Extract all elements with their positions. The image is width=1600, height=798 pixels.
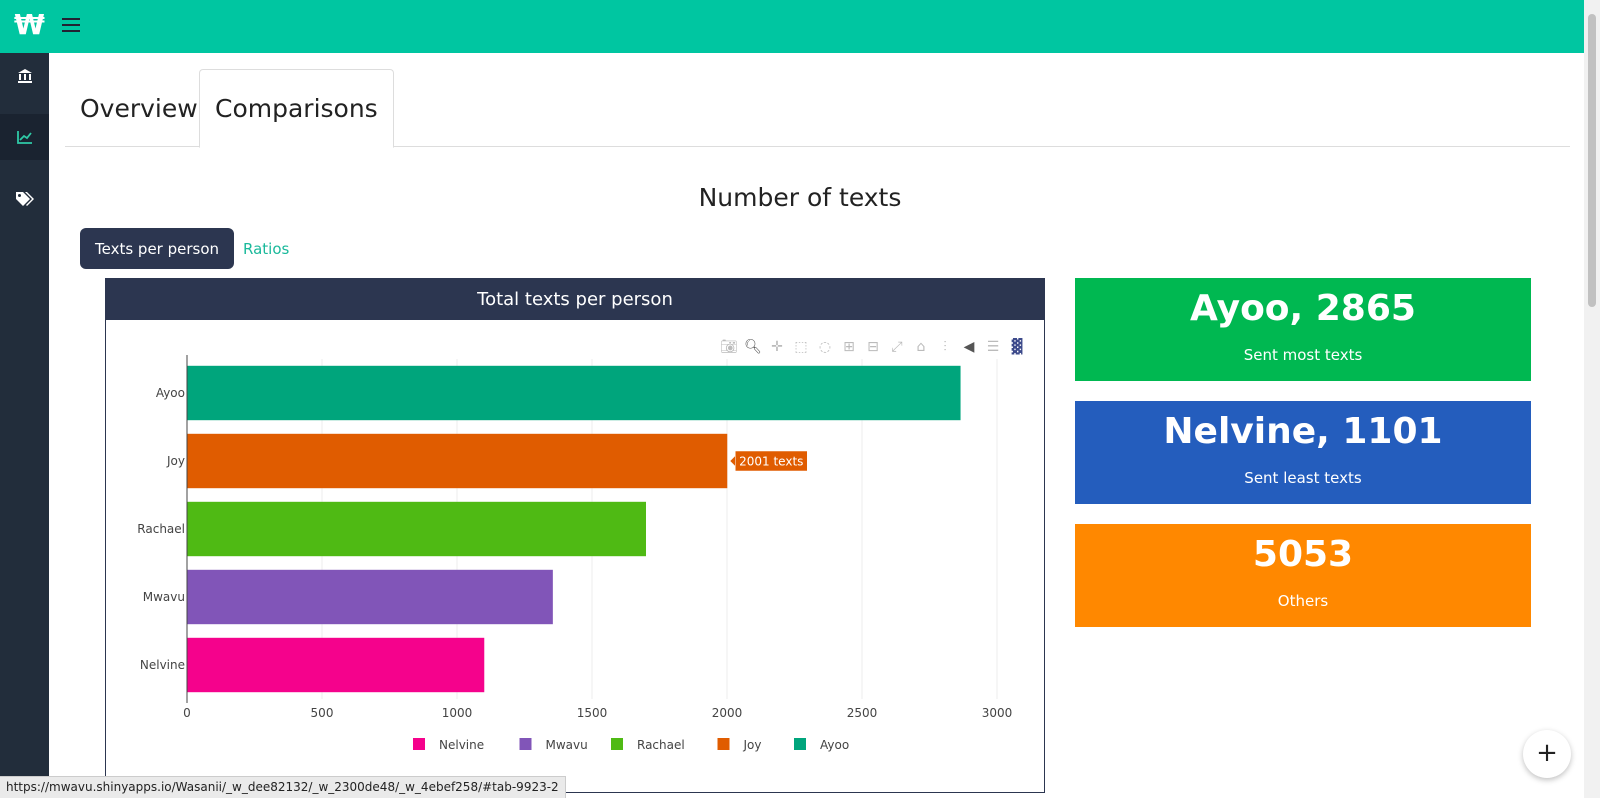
legend-swatch: [611, 738, 623, 750]
subtab-texts-per-person[interactable]: Texts per person: [80, 228, 235, 269]
bank-icon: [17, 69, 32, 83]
lasso-icon[interactable]: ◌: [814, 336, 836, 358]
autoscale-icon[interactable]: ⤢: [886, 336, 908, 358]
x-tick-label: 500: [311, 706, 334, 720]
sidebar-item-comparisons[interactable]: [0, 114, 49, 160]
hover-compare-icon[interactable]: ☰: [982, 336, 1004, 358]
legend-label: Mwavu: [546, 738, 588, 752]
sidebar: [0, 53, 49, 798]
tab-overview[interactable]: Overview: [65, 69, 213, 147]
x-tick-label: 2000: [712, 706, 743, 720]
x-tick-label: 0: [183, 706, 191, 720]
hamburger-icon[interactable]: [62, 18, 80, 34]
y-tick-label: Joy: [166, 454, 185, 468]
app-logo[interactable]: ₩: [14, 10, 45, 40]
plotly-logo-icon[interactable]: ▓: [1006, 336, 1028, 358]
stat-card-least: Nelvine, 1101 Sent least texts: [1075, 401, 1531, 504]
chart-panel-header: Total texts per person: [106, 279, 1044, 320]
pan-icon[interactable]: ✛: [766, 336, 788, 358]
hover-label: 2001 texts: [739, 455, 803, 469]
bar-chart: 0 500 1000 1500 2000 2500 3000 Nelvine Mwavu Rach…: [137, 355, 1013, 752]
bar-joy[interactable]: [187, 433, 728, 489]
plot-container: 0 500 1000 1500 2000 2500 3000 Nelvine Mwavu Rach…: [117, 332, 1034, 787]
legend-swatch: [413, 738, 425, 750]
y-tick-label: Mwavu: [143, 590, 185, 604]
scroll-thumb[interactable]: [1588, 14, 1596, 307]
y-tick-label: Nelvine: [140, 658, 185, 672]
bar-rachael[interactable]: [187, 501, 646, 557]
status-url: https://mwavu.shinyapps.io/Wasanii/_w_de…: [0, 776, 566, 798]
zoom-out-icon[interactable]: ⊟: [862, 336, 884, 358]
section-title: Number of texts: [698, 183, 902, 212]
stat-card-most: Ayoo, 2865 Sent most texts: [1075, 278, 1531, 381]
reset-axes-icon[interactable]: ⌂: [910, 336, 932, 358]
bar-ayoo[interactable]: [187, 365, 961, 421]
x-tick-label: 2500: [847, 706, 878, 720]
legend-swatch: [717, 738, 730, 750]
page-scrollbar[interactable]: [1584, 0, 1600, 798]
plot-area: 0 500 1000 1500 2000 2500 3000 Nelvine Mwavu Rach…: [117, 332, 1034, 787]
bar-nelvine[interactable]: [187, 637, 485, 693]
stat-value: Ayoo, 2865: [1190, 288, 1416, 329]
chart-line-icon: [16, 131, 32, 144]
bar-mwavu[interactable]: [187, 569, 553, 625]
legend-swatch: [794, 738, 806, 750]
legend-label: Ayoo: [820, 738, 849, 752]
add-button[interactable]: +: [1523, 730, 1571, 778]
zoom-icon[interactable]: 🔍︎: [742, 336, 764, 358]
chart-panel: Total texts per person 0 500 1000 1500 2000 2…: [105, 278, 1045, 793]
hover-closest-icon[interactable]: ◀: [958, 336, 980, 358]
camera-icon[interactable]: 📷︎: [718, 336, 740, 358]
box-select-icon[interactable]: ⬚: [790, 336, 812, 358]
y-tick-label: Rachael: [137, 522, 185, 536]
stat-card-others: 5053 Others: [1075, 524, 1531, 627]
legend-label: Rachael: [637, 738, 685, 752]
stat-value: Nelvine, 1101: [1163, 411, 1443, 452]
stat-label: Sent most texts: [1243, 346, 1363, 364]
main-tabs: Overview Comparisons: [65, 69, 1570, 148]
stat-value: 5053: [1252, 534, 1354, 575]
top-navbar: ₩: [0, 0, 1584, 53]
sidebar-item-overview[interactable]: [0, 53, 49, 99]
zoom-in-icon[interactable]: ⊞: [838, 336, 860, 358]
spike-lines-icon[interactable]: ⫶: [934, 336, 956, 358]
stat-label: Others: [1277, 592, 1329, 610]
stat-label: Sent least texts: [1244, 469, 1362, 487]
x-tick-label: 3000: [982, 706, 1013, 720]
y-tick-label: Ayoo: [156, 386, 185, 400]
legend-swatch: [519, 738, 532, 750]
plot-modebar: 📷︎ 🔍︎ ✛ ⬚ ◌ ⊞ ⊟ ⤢ ⌂ ⫶ ◀ ☰ ▓: [718, 336, 1028, 358]
legend-label: Nelvine: [439, 738, 484, 752]
x-tick-label: 1000: [442, 706, 473, 720]
legend-label: Joy: [743, 738, 762, 752]
subtab-ratios[interactable]: Ratios: [228, 228, 304, 269]
x-tick-label: 1500: [577, 706, 608, 720]
tab-comparisons[interactable]: Comparisons: [199, 69, 394, 148]
